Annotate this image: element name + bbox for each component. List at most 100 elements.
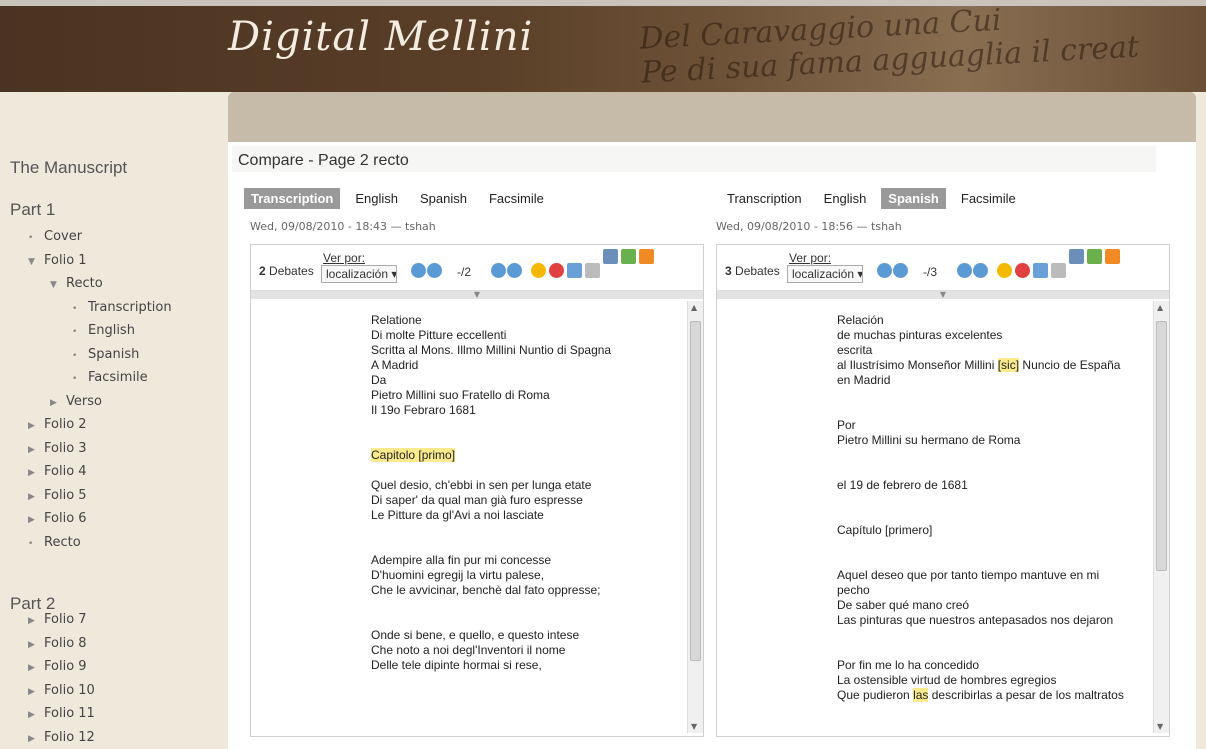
view-by-select[interactable]: localización ▾ [787, 265, 863, 283]
debates-count[interactable]: 3 Debates [725, 264, 780, 278]
collapsed-icon: ▶ [28, 468, 35, 478]
right-toolbar: 3 Debates Ver por: localización ▾ -/3 [717, 245, 1169, 291]
rss-icon[interactable] [1105, 249, 1120, 264]
ver-por-label: Ver por: [323, 251, 366, 265]
sidebar-item[interactable]: ▼ Recto [50, 276, 103, 291]
text-line: Pietro Millini su hermano de Roma [837, 433, 1021, 447]
scroll-thumb[interactable] [690, 321, 701, 661]
bullet-icon: • [72, 303, 78, 314]
collapsed-icon: ▶ [28, 639, 35, 650]
text-line: Adempire alla fin pur mi concesse [371, 553, 552, 567]
export-icon[interactable] [621, 249, 636, 264]
sidebar-item[interactable]: ▶ Folio 8 [28, 636, 87, 651]
tab-facsimile[interactable]: Facsimile [954, 188, 1023, 209]
expanded-icon: ▼ [50, 280, 57, 290]
tab-facsimile[interactable]: Facsimile [482, 188, 551, 209]
highlight[interactable]: las [913, 688, 929, 702]
list-icon[interactable] [585, 263, 600, 278]
sidebar-item[interactable]: ▶ Folio 4 [28, 464, 87, 479]
page-indicator: -/2 [457, 265, 472, 279]
view-icon[interactable] [567, 263, 582, 278]
sidebar-item[interactable]: ▶ Folio 5 [28, 488, 87, 503]
scroll-up-icon[interactable]: ▲ [691, 303, 697, 312]
text-line: Onde si bene, e quello, e questo intese [371, 628, 580, 642]
text-line: Il 19o Febraro 1681 [371, 403, 476, 417]
left-scrollbar[interactable]: ▲ ▼ [687, 301, 703, 733]
sidebar-item[interactable]: ▼ Folio 1 [28, 253, 87, 268]
scroll-up-icon[interactable]: ▲ [1157, 303, 1163, 312]
sidebar-item[interactable]: • Recto [28, 535, 81, 550]
sidebar-item[interactable]: ▶ Folio 6 [28, 511, 87, 526]
first-page-icon[interactable] [411, 263, 426, 278]
sidebar-item[interactable]: • Spanish [72, 347, 139, 362]
highlight[interactable]: Capitolo [primo] [371, 448, 456, 462]
text-line: Por fin me lo ha concedido [837, 658, 980, 672]
sidebar-item[interactable]: ▶ Folio 3 [28, 441, 87, 456]
collapsed-icon: ▶ [28, 491, 35, 502]
tab-english[interactable]: English [348, 188, 405, 209]
tab-english[interactable]: English [817, 188, 874, 209]
stop-icon[interactable] [549, 263, 564, 278]
sidebar-item[interactable]: ▶ Folio 12 [28, 730, 95, 745]
sidebar-item[interactable]: ▶ Folio 11 [28, 706, 95, 721]
sidebar-item-label: Folio 9 [44, 659, 87, 674]
last-page-icon[interactable] [507, 263, 522, 278]
print-icon[interactable] [603, 249, 618, 264]
scroll-down-icon[interactable]: ▼ [1157, 722, 1163, 731]
sidebar-item[interactable]: ▶ Verso [50, 394, 102, 409]
text-line: A Madrid [371, 358, 419, 372]
tab-spanish[interactable]: Spanish [413, 188, 474, 209]
first-page-icon[interactable] [877, 263, 892, 278]
bullet-icon: • [72, 374, 78, 384]
tab-spanish[interactable]: Spanish [881, 188, 946, 209]
print-icon[interactable] [1069, 249, 1084, 264]
tab-transcription[interactable]: Transcription [244, 188, 341, 209]
right-scrollbar[interactable]: ▲ ▼ [1153, 301, 1169, 733]
sidebar-item[interactable]: ▶ Folio 2 [28, 417, 87, 432]
tab-transcription[interactable]: Transcription [720, 188, 809, 209]
debate-icon[interactable] [531, 263, 546, 278]
sidebar-item[interactable]: ▶ Folio 10 [28, 683, 95, 698]
scroll-thumb[interactable] [1156, 321, 1167, 571]
text-line: Que pudieron las describirlas a pesar de… [837, 688, 1124, 702]
sidebar-item[interactable]: • Cover [28, 229, 82, 244]
sidebar-item[interactable]: ▶ Folio 7 [28, 612, 87, 627]
text-line: de muchas pinturas excelentes [837, 328, 1003, 342]
sidebar-item-label: Verso [66, 393, 102, 409]
sidebar-item-label: Folio 7 [44, 612, 87, 627]
sidebar-item[interactable]: • English [72, 323, 135, 338]
collapsed-icon: ▶ [28, 733, 35, 744]
scroll-down-icon[interactable]: ▼ [691, 722, 697, 731]
text-line: De saber qué mano creó [837, 598, 970, 612]
text-line: Da [371, 373, 387, 387]
prev-page-icon[interactable] [893, 263, 908, 278]
collapse-handle[interactable]: ▼ [717, 291, 1169, 299]
export-icon[interactable] [1087, 249, 1102, 264]
sidebar-item-label: Transcription [88, 299, 172, 315]
right-text: Relación de muchas pinturas excelentes esc… [717, 303, 1153, 733]
last-page-icon[interactable] [973, 263, 988, 278]
sidebar-item-label: Folio 8 [44, 635, 87, 651]
sidebar-item[interactable]: • Facsimile [72, 370, 148, 385]
right-tabs: Transcription English Spanish Facsimile [720, 188, 1031, 209]
collapsed-icon: ▶ [28, 421, 35, 431]
bullet-icon: • [72, 350, 78, 361]
next-page-icon[interactable] [957, 263, 972, 278]
site-logo[interactable]: Digital Mellini [228, 14, 533, 60]
debate-icon[interactable] [997, 263, 1012, 278]
highlight[interactable]: [sic] [997, 358, 1020, 372]
view-by-select[interactable]: localización ▾ [321, 265, 397, 283]
rss-icon[interactable] [639, 249, 654, 264]
sidebar-item[interactable]: ▶ Folio 9 [28, 659, 87, 674]
stop-icon[interactable] [1015, 263, 1030, 278]
sidebar-item[interactable]: • Transcription [72, 300, 172, 315]
text-line: Capítulo [primero] [837, 523, 933, 537]
text-line: La ostensible virtud de hombres egregios [837, 673, 1057, 687]
view-icon[interactable] [1033, 263, 1048, 278]
collapse-handle[interactable]: ▼ [251, 291, 703, 299]
debates-count[interactable]: 2 Debates [259, 264, 314, 278]
list-icon[interactable] [1051, 263, 1066, 278]
next-page-icon[interactable] [491, 263, 506, 278]
prev-page-icon[interactable] [427, 263, 442, 278]
text-line: Quel desio, ch'ebbi in sen per lunga eta… [371, 478, 592, 492]
